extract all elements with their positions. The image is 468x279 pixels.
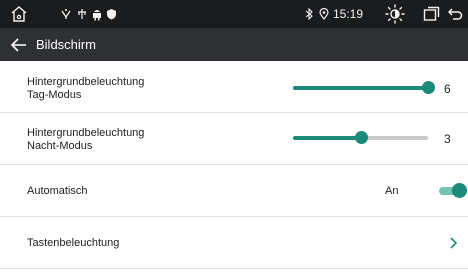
page-title: Bildschirm [36,37,96,52]
home-icon[interactable] [8,4,30,24]
automatic-toggle[interactable] [437,183,467,199]
slider-fill [293,86,428,90]
back-icon[interactable] [446,4,464,24]
setting-row-key-lighting[interactable]: Tastenbeleuchtung [0,217,468,269]
day-backlight-slider[interactable] [293,80,435,96]
night-backlight-slider[interactable] [293,130,428,146]
day-backlight-value: 6 [444,82,451,96]
toggle-knob [452,183,467,198]
gps-icon [76,4,88,24]
slider-thumb[interactable] [354,131,368,144]
day-backlight-label: Hintergrundbeleuchtung Tag-Modus [27,76,144,102]
android-icon [90,4,104,24]
back-arrow-icon[interactable] [10,36,28,54]
automatic-state-label: An [385,185,399,197]
setting-row-night-backlight: Hintergrundbeleuchtung Nacht-Modus 3 [0,113,468,165]
brightness-icon[interactable] [385,4,405,24]
bluetooth-icon [303,4,315,24]
day-backlight-label-line1: Hintergrundbeleuchtung [27,76,145,88]
night-backlight-label-line2: Nacht-Modus [27,140,93,152]
location-icon [318,4,330,24]
usb-icon [59,4,73,24]
shield-icon [105,4,117,24]
setting-row-automatic[interactable]: Automatisch An [0,165,468,217]
night-backlight-label-line1: Hintergrundbeleuchtung [27,127,145,139]
day-backlight-label-line2: Tag-Modus [27,89,82,101]
setting-row-day-backlight: Hintergrundbeleuchtung Tag-Modus 6 [0,61,468,113]
night-backlight-label: Hintergrundbeleuchtung Nacht-Modus [27,127,144,153]
status-bar: 15:19 [0,0,468,28]
recent-apps-icon[interactable] [422,4,440,24]
night-backlight-value: 3 [444,132,451,146]
settings-list: Hintergrundbeleuchtung Tag-Modus 6 Hinte… [0,61,468,279]
chevron-right-icon[interactable] [448,236,458,250]
key-lighting-label: Tastenbeleuchtung [27,237,120,249]
slider-fill [293,136,361,140]
status-time: 15:19 [333,7,364,21]
automatic-label: Automatisch [27,185,88,197]
slider-thumb[interactable] [422,81,435,94]
title-bar: Bildschirm [0,28,468,61]
